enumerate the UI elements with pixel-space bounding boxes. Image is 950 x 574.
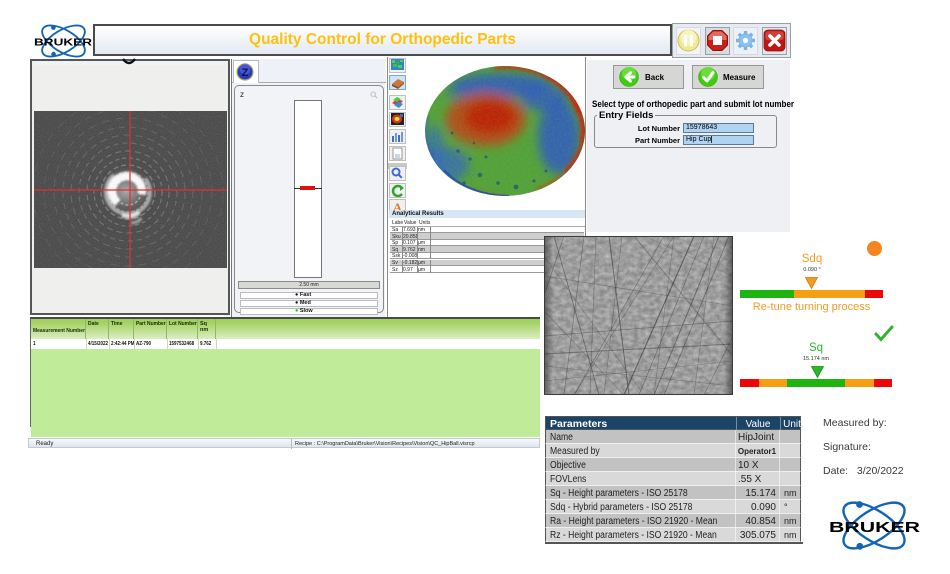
svg-text:Z: Z (242, 67, 249, 79)
svg-text:BRUKER: BRUKER (829, 519, 920, 536)
svg-text:BRUKER: BRUKER (34, 37, 93, 49)
